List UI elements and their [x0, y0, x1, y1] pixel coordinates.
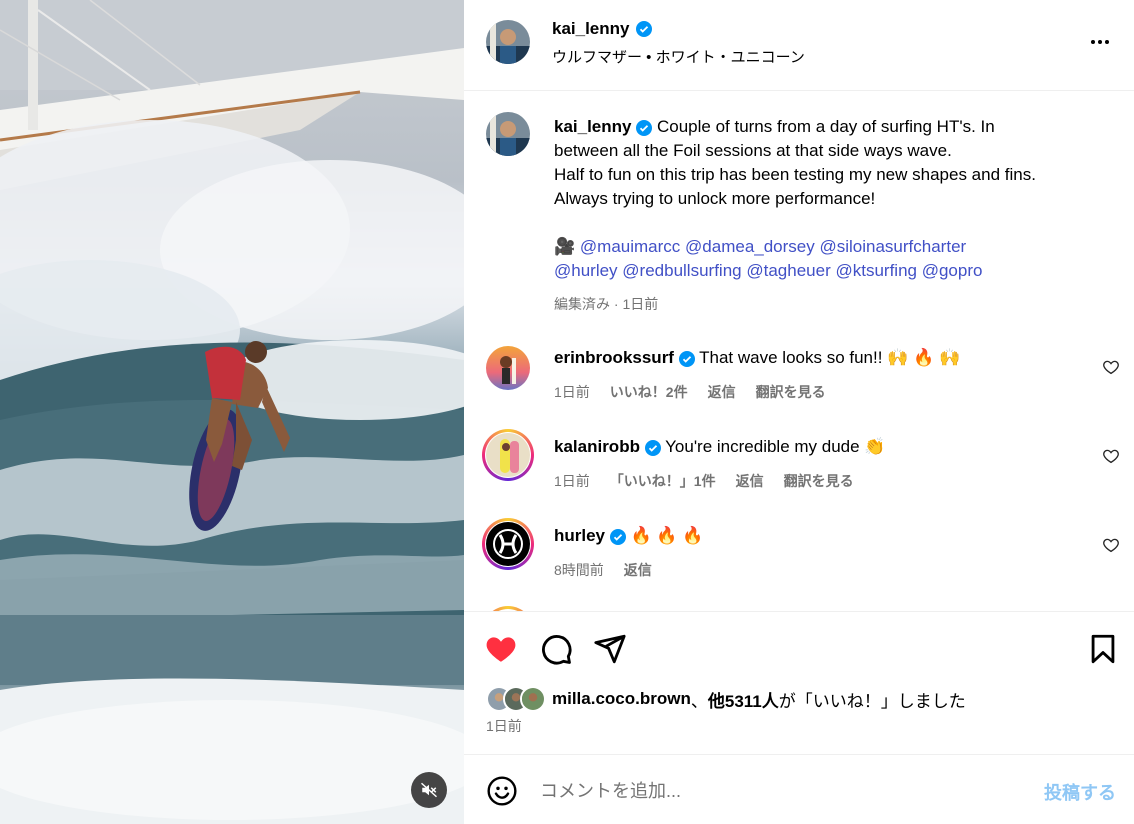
commenter-username[interactable]: hurley [554, 526, 605, 545]
author-avatar[interactable] [486, 20, 530, 64]
comment-like-heart-icon[interactable] [1102, 447, 1120, 465]
comment-like-heart-icon[interactable] [1102, 536, 1120, 554]
translate-button[interactable]: 翻訳を見る [784, 471, 854, 491]
add-comment-bar: 投稿する [464, 754, 1134, 824]
commenter-avatar[interactable] [486, 433, 530, 477]
comment-text: You're incredible my dude 👏 [665, 437, 886, 456]
comment-time[interactable]: 1日前 [554, 382, 590, 402]
comment-text: 🔥 🔥 🔥 [630, 526, 704, 545]
commenter-avatar[interactable] [486, 522, 530, 566]
volume-muted-icon [420, 782, 438, 798]
like-heart-filled-icon[interactable] [484, 632, 518, 666]
mention-link[interactable]: @mauimarcc [580, 237, 680, 256]
mention-link[interactable]: @gopro [922, 261, 983, 280]
post-caption: kai_lenny Couple of turns from a day of … [554, 115, 1114, 283]
author-username-row[interactable]: kai_lenny [552, 19, 652, 39]
reply-button[interactable]: 返信 [736, 471, 764, 491]
comment-input[interactable] [540, 775, 1020, 807]
comment-meta: 8時間前 返信 [554, 560, 652, 580]
post-timestamp[interactable]: 1日前 [486, 716, 522, 736]
camera-emoji: 🎥 [554, 237, 576, 256]
mention-link[interactable]: @ktsurfing [835, 261, 917, 280]
mention-link[interactable]: @damea_dorsey [685, 237, 815, 256]
mention-link[interactable]: @redbullsurfing [622, 261, 741, 280]
comment-text: That wave looks so fun!! 🙌 🔥 🙌 [699, 348, 961, 367]
comment-text-row: hurley 🔥 🔥 🔥 [554, 524, 703, 548]
verified-badge-icon [678, 350, 695, 367]
caption-username[interactable]: kai_lenny [554, 117, 632, 136]
emoji-icon[interactable] [486, 775, 518, 807]
commenter-username[interactable]: kalanirobb [554, 437, 640, 456]
more-options-icon[interactable] [1088, 30, 1112, 54]
commenter-username[interactable]: erinbrookssurf [554, 348, 674, 367]
comment-text-row: kalanirobb You're incredible my dude 👏 [554, 435, 885, 459]
likes-summary[interactable]: milla.coco.brown 、 他5311人 が「いいね！」しました [486, 686, 966, 712]
audio-track-link[interactable]: ウルフマザー • ホワイト・ユニコーン [552, 46, 805, 67]
comment-like-heart-icon[interactable] [1102, 358, 1120, 376]
liker-avatars [486, 686, 546, 712]
caption-line: between all the Foil sessions at that si… [554, 141, 952, 160]
surf-video-frame [0, 0, 464, 824]
hurley-logo-icon [486, 522, 530, 566]
mention-link[interactable]: @hurley [554, 261, 618, 280]
post-actions: milla.coco.brown 、 他5311人 が「いいね！」しました 1日… [464, 611, 1134, 754]
comment-time[interactable]: 1日前 [554, 471, 590, 491]
mention-link[interactable]: @tagheuer [746, 261, 830, 280]
verified-badge-icon [644, 439, 661, 456]
liker-username[interactable]: milla.coco.brown [552, 689, 691, 709]
translate-button[interactable]: 翻訳を見る [756, 382, 826, 402]
reply-button[interactable]: 返信 [624, 560, 652, 580]
comment-time[interactable]: 8時間前 [554, 560, 604, 580]
likes-others-count[interactable]: 他5311人 [708, 687, 779, 712]
post-media[interactable] [0, 0, 464, 824]
post-side-panel: kai_lenny ウルフマザー • ホワイト・ユニコーン kai_lenny … [464, 0, 1134, 824]
commenter-avatar[interactable] [486, 346, 530, 390]
likes-suffix: が「いいね！」しました [778, 691, 966, 711]
comment-meta: 1日前 いいね！2件 返信 翻訳を見る [554, 382, 826, 402]
comment-text-row: erinbrookssurf That wave looks so fun!! … [554, 346, 960, 370]
caption-line: Always trying to unlock more performance… [554, 189, 876, 208]
author-username[interactable]: kai_lenny [552, 19, 630, 39]
bookmark-icon[interactable] [1086, 632, 1120, 666]
comment-likes[interactable]: 「いいね！」1件 [610, 471, 716, 491]
caption-avatar[interactable] [486, 112, 530, 156]
comment-meta: 1日前 「いいね！」1件 返信 翻訳を見る [554, 471, 854, 491]
verified-badge-icon [609, 528, 626, 545]
likes-separator: 、 [690, 691, 708, 711]
reply-button[interactable]: 返信 [708, 382, 736, 402]
post-comment-button[interactable]: 投稿する [1044, 779, 1116, 805]
liker-avatar [520, 686, 546, 712]
share-icon[interactable] [593, 632, 627, 666]
mute-toggle-button[interactable] [411, 772, 447, 808]
comment-icon[interactable] [539, 632, 573, 666]
caption-meta: 編集済み · 1日前 [554, 296, 659, 312]
caption-line: Couple of turns from a day of surfing HT… [656, 117, 995, 136]
verified-badge-icon [635, 21, 652, 37]
mention-link[interactable]: @siloinasurfcharter [819, 237, 966, 256]
verified-badge-icon [636, 119, 653, 136]
post-header: kai_lenny ウルフマザー • ホワイト・ユニコーン [464, 0, 1134, 91]
caption-line: Half to fun on this trip has been testin… [554, 165, 1036, 184]
comment-likes[interactable]: いいね！2件 [610, 382, 688, 402]
comments-list[interactable]: kai_lenny Couple of turns from a day of … [464, 92, 1134, 611]
